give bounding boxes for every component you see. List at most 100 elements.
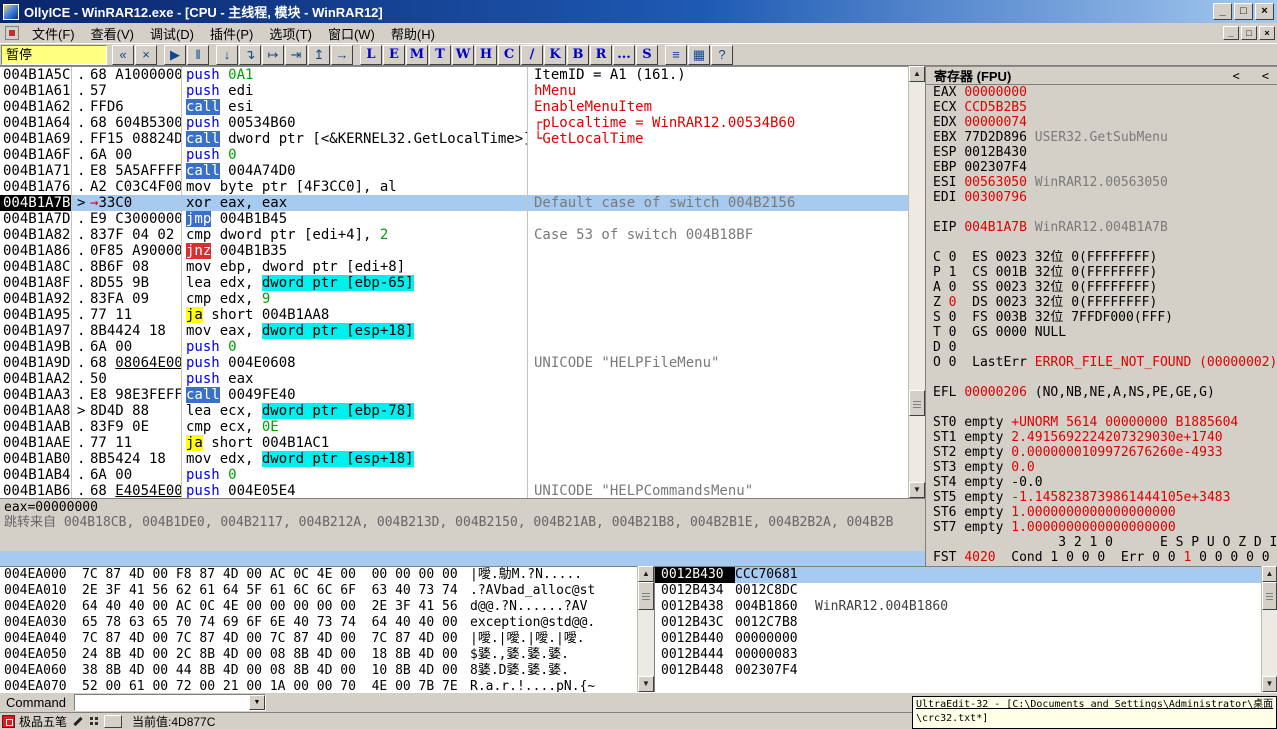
step-into-icon[interactable]: ↓ bbox=[216, 44, 238, 65]
scroll-down-icon[interactable]: ▼ bbox=[1262, 676, 1277, 692]
appearance-icon[interactable]: ▦ bbox=[688, 44, 710, 65]
register-line[interactable]: EDI 00300796 bbox=[926, 190, 1277, 205]
register-line[interactable]: ST0 empty +UNORM 5614 00000000 B1885604 bbox=[926, 415, 1277, 430]
source-window-button[interactable]: S bbox=[636, 44, 658, 65]
dump-scrollbar[interactable]: ▲ ▼ bbox=[637, 566, 654, 692]
restart-icon[interactable]: « bbox=[112, 44, 134, 65]
ime-options-icon[interactable] bbox=[88, 715, 100, 727]
child-restore-button[interactable]: □ bbox=[1241, 26, 1257, 40]
disassembly-scrollbar[interactable]: ▲ ▼ bbox=[908, 66, 925, 498]
disasm-row[interactable]: 004B1AB0. 8B5424 18 mov edx, dword ptr [es… bbox=[0, 451, 908, 467]
stack-row[interactable]: 0012B448 002307F4 bbox=[655, 663, 1261, 679]
help-icon[interactable]: ? bbox=[711, 44, 733, 65]
register-line[interactable]: EBX 77D2D896 USER32.GetSubMenu bbox=[926, 130, 1277, 145]
pause-icon[interactable]: ‖ bbox=[187, 44, 209, 65]
dump-row[interactable]: 004EA050 24 8B 4D 00 2C 8B 4D 00 08 8B 4D… bbox=[0, 647, 637, 663]
ime-icon[interactable] bbox=[2, 714, 15, 728]
scroll-up-icon[interactable]: ▲ bbox=[909, 66, 925, 82]
register-line[interactable] bbox=[926, 235, 1277, 250]
register-line[interactable]: ESP 0012B430 bbox=[926, 145, 1277, 160]
minimize-button[interactable]: _ bbox=[1213, 3, 1232, 20]
stack-row[interactable]: 0012B438 004B1860 WinRAR12.004B1860 bbox=[655, 599, 1261, 615]
disasm-row[interactable]: 004B1AAB. 83F9 0E cmp ecx, 0E bbox=[0, 419, 908, 435]
close-button[interactable]: × bbox=[1255, 3, 1274, 20]
disasm-row[interactable]: 004B1A69.FF15 08824D00call dword ptr [<&… bbox=[0, 131, 908, 147]
disasm-row[interactable]: 004B1A76. A2 C03C4F00 mov byte ptr [4F3CC0… bbox=[0, 179, 908, 195]
goto-icon[interactable]: → bbox=[331, 44, 353, 65]
threads-window-button[interactable]: T bbox=[429, 44, 451, 65]
dump-row[interactable]: 004EA010 2E 3F 41 56 62 61 64 5F 61 6C 6C… bbox=[0, 583, 637, 599]
stack-row[interactable]: 0012B440 00000000 bbox=[655, 631, 1261, 647]
dump-row[interactable]: 004EA030 65 78 63 65 70 74 69 6F 6E 40 73… bbox=[0, 615, 637, 631]
log-window-button[interactable]: L bbox=[360, 44, 382, 65]
command-combobox[interactable]: ▼ bbox=[73, 694, 266, 711]
menu-item[interactable]: 选项(T) bbox=[261, 22, 320, 45]
register-line[interactable]: A 0 SS 0023 32位 0(FFFFFFFF) bbox=[926, 280, 1277, 295]
register-line[interactable]: D 0 bbox=[926, 340, 1277, 355]
disasm-row[interactable]: 004B1A7B > →33C0 xor eax, eax Default case o… bbox=[0, 195, 908, 211]
disasm-row[interactable]: 004B1A86.0F85 A9000000jnz 004B1B35 bbox=[0, 243, 908, 259]
scroll-up-icon[interactable]: ▲ bbox=[638, 566, 654, 582]
breakpoints-window-button[interactable]: B bbox=[567, 44, 589, 65]
register-line[interactable]: ST5 empty -1.1458238739861444105e+3483 bbox=[926, 490, 1277, 505]
windows-window-button[interactable]: W bbox=[452, 44, 474, 65]
disasm-row[interactable]: 004B1A82. 837F 04 02 cmp dword ptr [edi+4]… bbox=[0, 227, 908, 243]
disasm-row[interactable]: 004B1A9B. 6A 00 push 0 bbox=[0, 339, 908, 355]
register-line[interactable]: ST4 empty -0.0 bbox=[926, 475, 1277, 490]
register-line[interactable]: ECX CCD5B2B5 bbox=[926, 100, 1277, 115]
dump-row[interactable]: 004EA000 7C 87 4D 00 F8 87 4D 00 AC 0C 4E… bbox=[0, 567, 637, 583]
scroll-down-icon[interactable]: ▼ bbox=[909, 482, 925, 498]
register-line[interactable]: ST2 empty 0.0000000109972676260e-4933 bbox=[926, 445, 1277, 460]
disasm-row[interactable]: 004B1A71. E8 5A5AFFFF call 004A74D0 bbox=[0, 163, 908, 179]
register-line[interactable]: P 1 CS 001B 32位 0(FFFFFFFF) bbox=[926, 265, 1277, 280]
stack-scrollbar[interactable]: ▲ ▼ bbox=[1261, 566, 1277, 692]
ime-softkeyboard-button[interactable] bbox=[104, 714, 123, 728]
cpu-window-button[interactable]: C bbox=[498, 44, 520, 65]
runtrace-window-button[interactable]: ... bbox=[613, 44, 635, 65]
register-line[interactable]: EIP 004B1A7B WinRAR12.004B1A7B bbox=[926, 220, 1277, 235]
options-icon[interactable]: ≡ bbox=[665, 44, 687, 65]
register-line[interactable]: S 0 FS 003B 32位 7FFDF000(FFF) bbox=[926, 310, 1277, 325]
restore-button[interactable]: □ bbox=[1234, 3, 1253, 20]
register-line[interactable]: EBP 002307F4 bbox=[926, 160, 1277, 175]
disasm-row[interactable]: 004B1A95. 77 11 ja short 004B1AA8 bbox=[0, 307, 908, 323]
register-line[interactable]: ST7 empty 1.0000000000000000000 bbox=[926, 520, 1277, 535]
reg-pane-left2-icon[interactable]: < bbox=[1262, 69, 1269, 83]
stack-row[interactable]: 0012B430 CCC70681 bbox=[655, 567, 1261, 583]
disasm-row[interactable]: 004B1A62. FFD6 call esi EnableMenuItem bbox=[0, 99, 908, 115]
disasm-row[interactable]: 004B1A5C. 68 A1000000 push 0A1 ItemID = A1 … bbox=[0, 67, 908, 83]
info-line-jumps-from[interactable]: 跳转来自 004B18CB, 004B1DE0, 004B2117, 004B2… bbox=[0, 515, 925, 531]
dump-row[interactable]: 004EA040 7C 87 4D 00 7C 87 4D 00 7C 87 4D… bbox=[0, 631, 637, 647]
disasm-row[interactable]: 004B1A92. 83FA 09 cmp edx, 9 bbox=[0, 291, 908, 307]
child-close-button[interactable]: × bbox=[1259, 26, 1275, 40]
menu-item[interactable]: 调试(D) bbox=[142, 22, 202, 45]
disasm-row[interactable]: 004B1A8C. 8B6F 08 mov ebp, dword ptr [edi+… bbox=[0, 259, 908, 275]
menu-item[interactable]: 插件(P) bbox=[202, 22, 261, 45]
handles-window-button[interactable]: H bbox=[475, 44, 497, 65]
dump-row[interactable]: 004EA060 38 8B 4D 00 44 8B 4D 00 08 8B 4D… bbox=[0, 663, 637, 679]
reg-pane-left-icon[interactable]: < bbox=[1233, 69, 1240, 83]
disasm-row[interactable]: 004B1A61. 57 push edi hMenu bbox=[0, 83, 908, 99]
register-line[interactable] bbox=[926, 205, 1277, 220]
step-over-icon[interactable]: ↴ bbox=[239, 44, 261, 65]
until-return-icon[interactable]: ↥ bbox=[308, 44, 330, 65]
disasm-row[interactable]: 004B1AA3. E8 98E3FEFF call 0049FE40 bbox=[0, 387, 908, 403]
register-line[interactable]: C 0 ES 0023 32位 0(FFFFFFFF) bbox=[926, 250, 1277, 265]
run-icon[interactable]: ▶ bbox=[164, 44, 186, 65]
register-line[interactable] bbox=[926, 370, 1277, 385]
disasm-row[interactable]: 004B1A7D. E9 C3000000 jmp 004B1B45 bbox=[0, 211, 908, 227]
register-line[interactable]: EDX 00000074 bbox=[926, 115, 1277, 130]
menu-item[interactable]: 文件(F) bbox=[24, 22, 83, 45]
chevron-down-icon[interactable]: ▼ bbox=[248, 695, 265, 710]
patches-window-button[interactable]: / bbox=[521, 44, 543, 65]
references-window-button[interactable]: R bbox=[590, 44, 612, 65]
dump-row[interactable]: 004EA020 64 40 40 00 AC 0C 4E 00 00 00 00… bbox=[0, 599, 637, 615]
register-line[interactable] bbox=[926, 400, 1277, 415]
disasm-row[interactable]: 004B1AA8 >8D4D 88 lea ecx, dword ptr [ebp-… bbox=[0, 403, 908, 419]
disasm-row[interactable]: 004B1AA2. 50 push eax bbox=[0, 371, 908, 387]
register-line[interactable]: EAX 00000000 bbox=[926, 85, 1277, 100]
command-input[interactable] bbox=[76, 696, 248, 709]
register-line[interactable]: EFL 00000206 (NO,NB,NE,A,NS,PE,GE,G) bbox=[926, 385, 1277, 400]
info-line-eax[interactable]: eax=00000000 bbox=[0, 499, 925, 515]
ime-pen-icon[interactable] bbox=[72, 715, 84, 727]
